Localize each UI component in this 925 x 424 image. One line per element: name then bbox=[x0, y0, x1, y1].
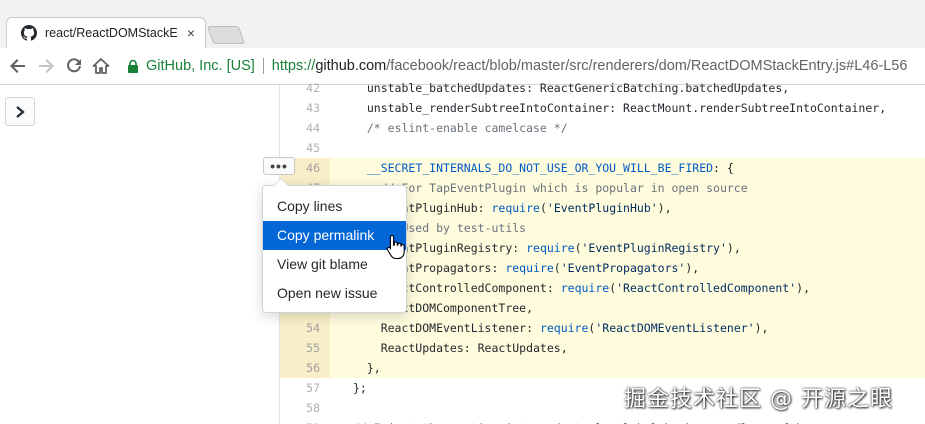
security-label: GitHub, Inc. [US] bbox=[146, 58, 255, 74]
code-line: 59// Inject the runtime into a devtools … bbox=[280, 418, 925, 424]
arrow-left-icon bbox=[10, 59, 25, 73]
address-separator bbox=[262, 58, 264, 74]
line-number[interactable]: 45 bbox=[280, 138, 330, 158]
watermark-text: 掘金技术社区 @ 开源之眼 bbox=[624, 387, 893, 412]
github-icon bbox=[21, 25, 37, 41]
line-content: /* eslint-enable camelcase */ bbox=[353, 121, 568, 135]
code-line: 54 ReactDOMEventListener: require('React… bbox=[280, 318, 925, 338]
home-button[interactable] bbox=[91, 56, 111, 76]
chevron-right-icon bbox=[16, 105, 25, 118]
lock-icon bbox=[128, 59, 138, 73]
menu-item-view-git-blame[interactable]: View git blame bbox=[263, 250, 406, 279]
code-line: 56 }, bbox=[280, 358, 925, 378]
url-path: /facebook/react/blob/master/src/renderer… bbox=[386, 58, 908, 74]
forward-button[interactable] bbox=[36, 56, 56, 76]
back-button[interactable] bbox=[8, 56, 28, 76]
line-content: unstable_renderSubtreeIntoContainer: Rea… bbox=[353, 101, 887, 115]
menu-item-copy-lines[interactable]: Copy lines bbox=[263, 192, 406, 221]
line-content: ReactDOMEventListener: require('ReactDOM… bbox=[330, 318, 925, 338]
line-content: // For TapEventPlugin which is popular i… bbox=[330, 178, 925, 198]
line-content: }, bbox=[330, 358, 925, 378]
line-content: EventPluginRegistry: require('EventPlugi… bbox=[330, 238, 925, 258]
code-line: 55 ReactUpdates: ReactUpdates, bbox=[280, 338, 925, 358]
code-line: 44 /* eslint-enable camelcase */ bbox=[280, 118, 925, 138]
line-number[interactable]: 59 bbox=[280, 418, 330, 424]
expand-sidebar-button[interactable] bbox=[5, 97, 35, 126]
reload-button[interactable] bbox=[64, 56, 84, 76]
line-content: ReactUpdates: ReactUpdates, bbox=[330, 338, 925, 358]
url-text[interactable]: https://github.com/facebook/react/blob/m… bbox=[272, 58, 908, 74]
address-bar[interactable]: GitHub, Inc. [US] https://github.com/fac… bbox=[118, 52, 925, 80]
line-content: EventPropagators: require('EventPropagat… bbox=[330, 258, 925, 278]
line-content: ReactControlledComponent: require('React… bbox=[330, 278, 925, 298]
line-number[interactable]: 57 bbox=[280, 378, 330, 398]
line-content: // Inject the runtime into a devtools gl… bbox=[330, 418, 925, 424]
line-number[interactable]: 44 bbox=[280, 118, 330, 138]
line-number[interactable]: 55 bbox=[280, 338, 330, 358]
browser-tab[interactable]: react/ReactDOMStackEnt × bbox=[6, 17, 206, 48]
line-actions-button[interactable]: ••• bbox=[263, 157, 295, 175]
new-tab-button[interactable] bbox=[206, 26, 246, 44]
line-content bbox=[330, 138, 925, 158]
line-content: ReactDOMComponentTree, bbox=[330, 298, 925, 318]
line-number[interactable]: 43 bbox=[280, 98, 330, 118]
url-host: github.com bbox=[315, 58, 387, 74]
left-gutter bbox=[0, 85, 280, 424]
line-number[interactable]: 54 bbox=[280, 318, 330, 338]
line-content: EventPluginHub: require('EventPluginHub'… bbox=[330, 198, 925, 218]
menu-item-open-new-issue[interactable]: Open new issue bbox=[263, 279, 406, 308]
code-line: 42 unstable_batchedUpdates: ReactGeneric… bbox=[280, 78, 925, 98]
arrow-right-icon bbox=[39, 59, 54, 73]
hand-cursor-icon bbox=[386, 234, 405, 260]
code-line: 43 unstable_renderSubtreeIntoContainer: … bbox=[280, 98, 925, 118]
code-line: 45 bbox=[280, 138, 925, 158]
line-content: // Used by test-utils bbox=[330, 218, 925, 238]
close-tab-icon[interactable]: × bbox=[187, 25, 195, 41]
reload-icon bbox=[67, 58, 81, 73]
tab-strip: react/ReactDOMStackEnt × bbox=[0, 0, 925, 48]
home-icon bbox=[92, 58, 110, 74]
menu-item-copy-permalink[interactable]: Copy permalink bbox=[263, 221, 406, 250]
line-content: unstable_batchedUpdates: ReactGenericBat… bbox=[353, 81, 790, 95]
line-content: __SECRET_INTERNALS_DO_NOT_USE_OR_YOU_WIL… bbox=[330, 158, 925, 178]
code-line: 46 __SECRET_INTERNALS_DO_NOT_USE_OR_YOU_… bbox=[280, 158, 925, 178]
line-number[interactable]: 56 bbox=[280, 358, 330, 378]
line-number[interactable]: 42 bbox=[280, 78, 330, 98]
url-scheme: https:// bbox=[271, 58, 316, 74]
tab-title: react/ReactDOMStackEnt bbox=[45, 26, 177, 40]
line-number[interactable]: 58 bbox=[280, 398, 330, 418]
